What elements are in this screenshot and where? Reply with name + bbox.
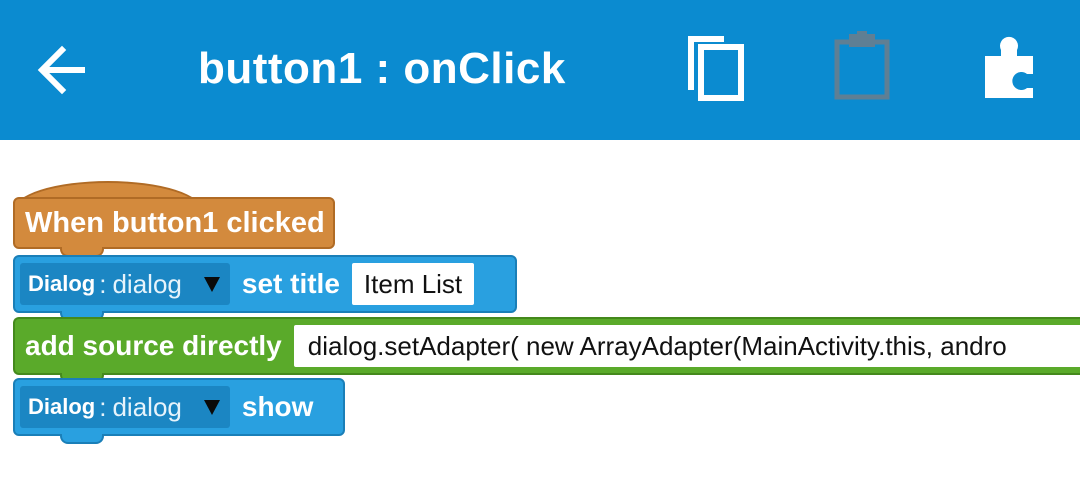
paste-button[interactable] xyxy=(828,30,898,110)
puzzle-piece-icon xyxy=(985,36,1033,98)
copy-button[interactable] xyxy=(680,30,750,110)
app-bar: button1 : onClick xyxy=(0,0,1080,140)
source-code-field[interactable]: dialog.setAdapter( new ArrayAdapter(Main… xyxy=(293,325,1080,367)
title-value-field[interactable]: Item List xyxy=(351,263,475,305)
component-separator: : xyxy=(99,268,107,299)
component-type: Dialog xyxy=(28,271,96,296)
add-source-block[interactable]: add source directly dialog.setAdapter( n… xyxy=(13,317,1080,375)
block-canvas[interactable]: When button1 clicked Dialog : dialog set… xyxy=(0,140,1080,500)
set-title-block[interactable]: Dialog : dialog set title Item List xyxy=(13,255,517,313)
title-value: Item List xyxy=(363,268,463,299)
component-dropdown[interactable]: Dialog : dialog xyxy=(20,386,230,428)
component-type: Dialog xyxy=(28,394,96,419)
component-name: dialog xyxy=(112,391,182,422)
dropdown-arrow-icon xyxy=(203,276,220,292)
event-block[interactable]: When button1 clicked xyxy=(13,197,335,249)
show-block[interactable]: Dialog : dialog show xyxy=(13,378,345,436)
show-block-connector xyxy=(60,434,104,444)
arrow-left-icon xyxy=(37,45,85,95)
dropdown-arrow-icon xyxy=(203,399,220,415)
component-dropdown[interactable]: Dialog : dialog xyxy=(20,263,230,305)
show-label: show xyxy=(241,391,314,422)
component-name: dialog xyxy=(112,268,182,299)
blocks-button[interactable] xyxy=(975,30,1045,110)
page-title: button1 : onClick xyxy=(198,44,566,93)
back-button[interactable] xyxy=(30,37,96,103)
component-separator: : xyxy=(99,391,107,422)
add-source-label: add source directly xyxy=(25,330,282,361)
event-block-label: When button1 clicked xyxy=(25,206,325,239)
set-title-label: set title xyxy=(241,268,340,299)
source-code: dialog.setAdapter( new ArrayAdapter(Main… xyxy=(307,330,1007,361)
copy-icon xyxy=(688,36,744,101)
clipboard-paste-icon xyxy=(834,31,890,100)
